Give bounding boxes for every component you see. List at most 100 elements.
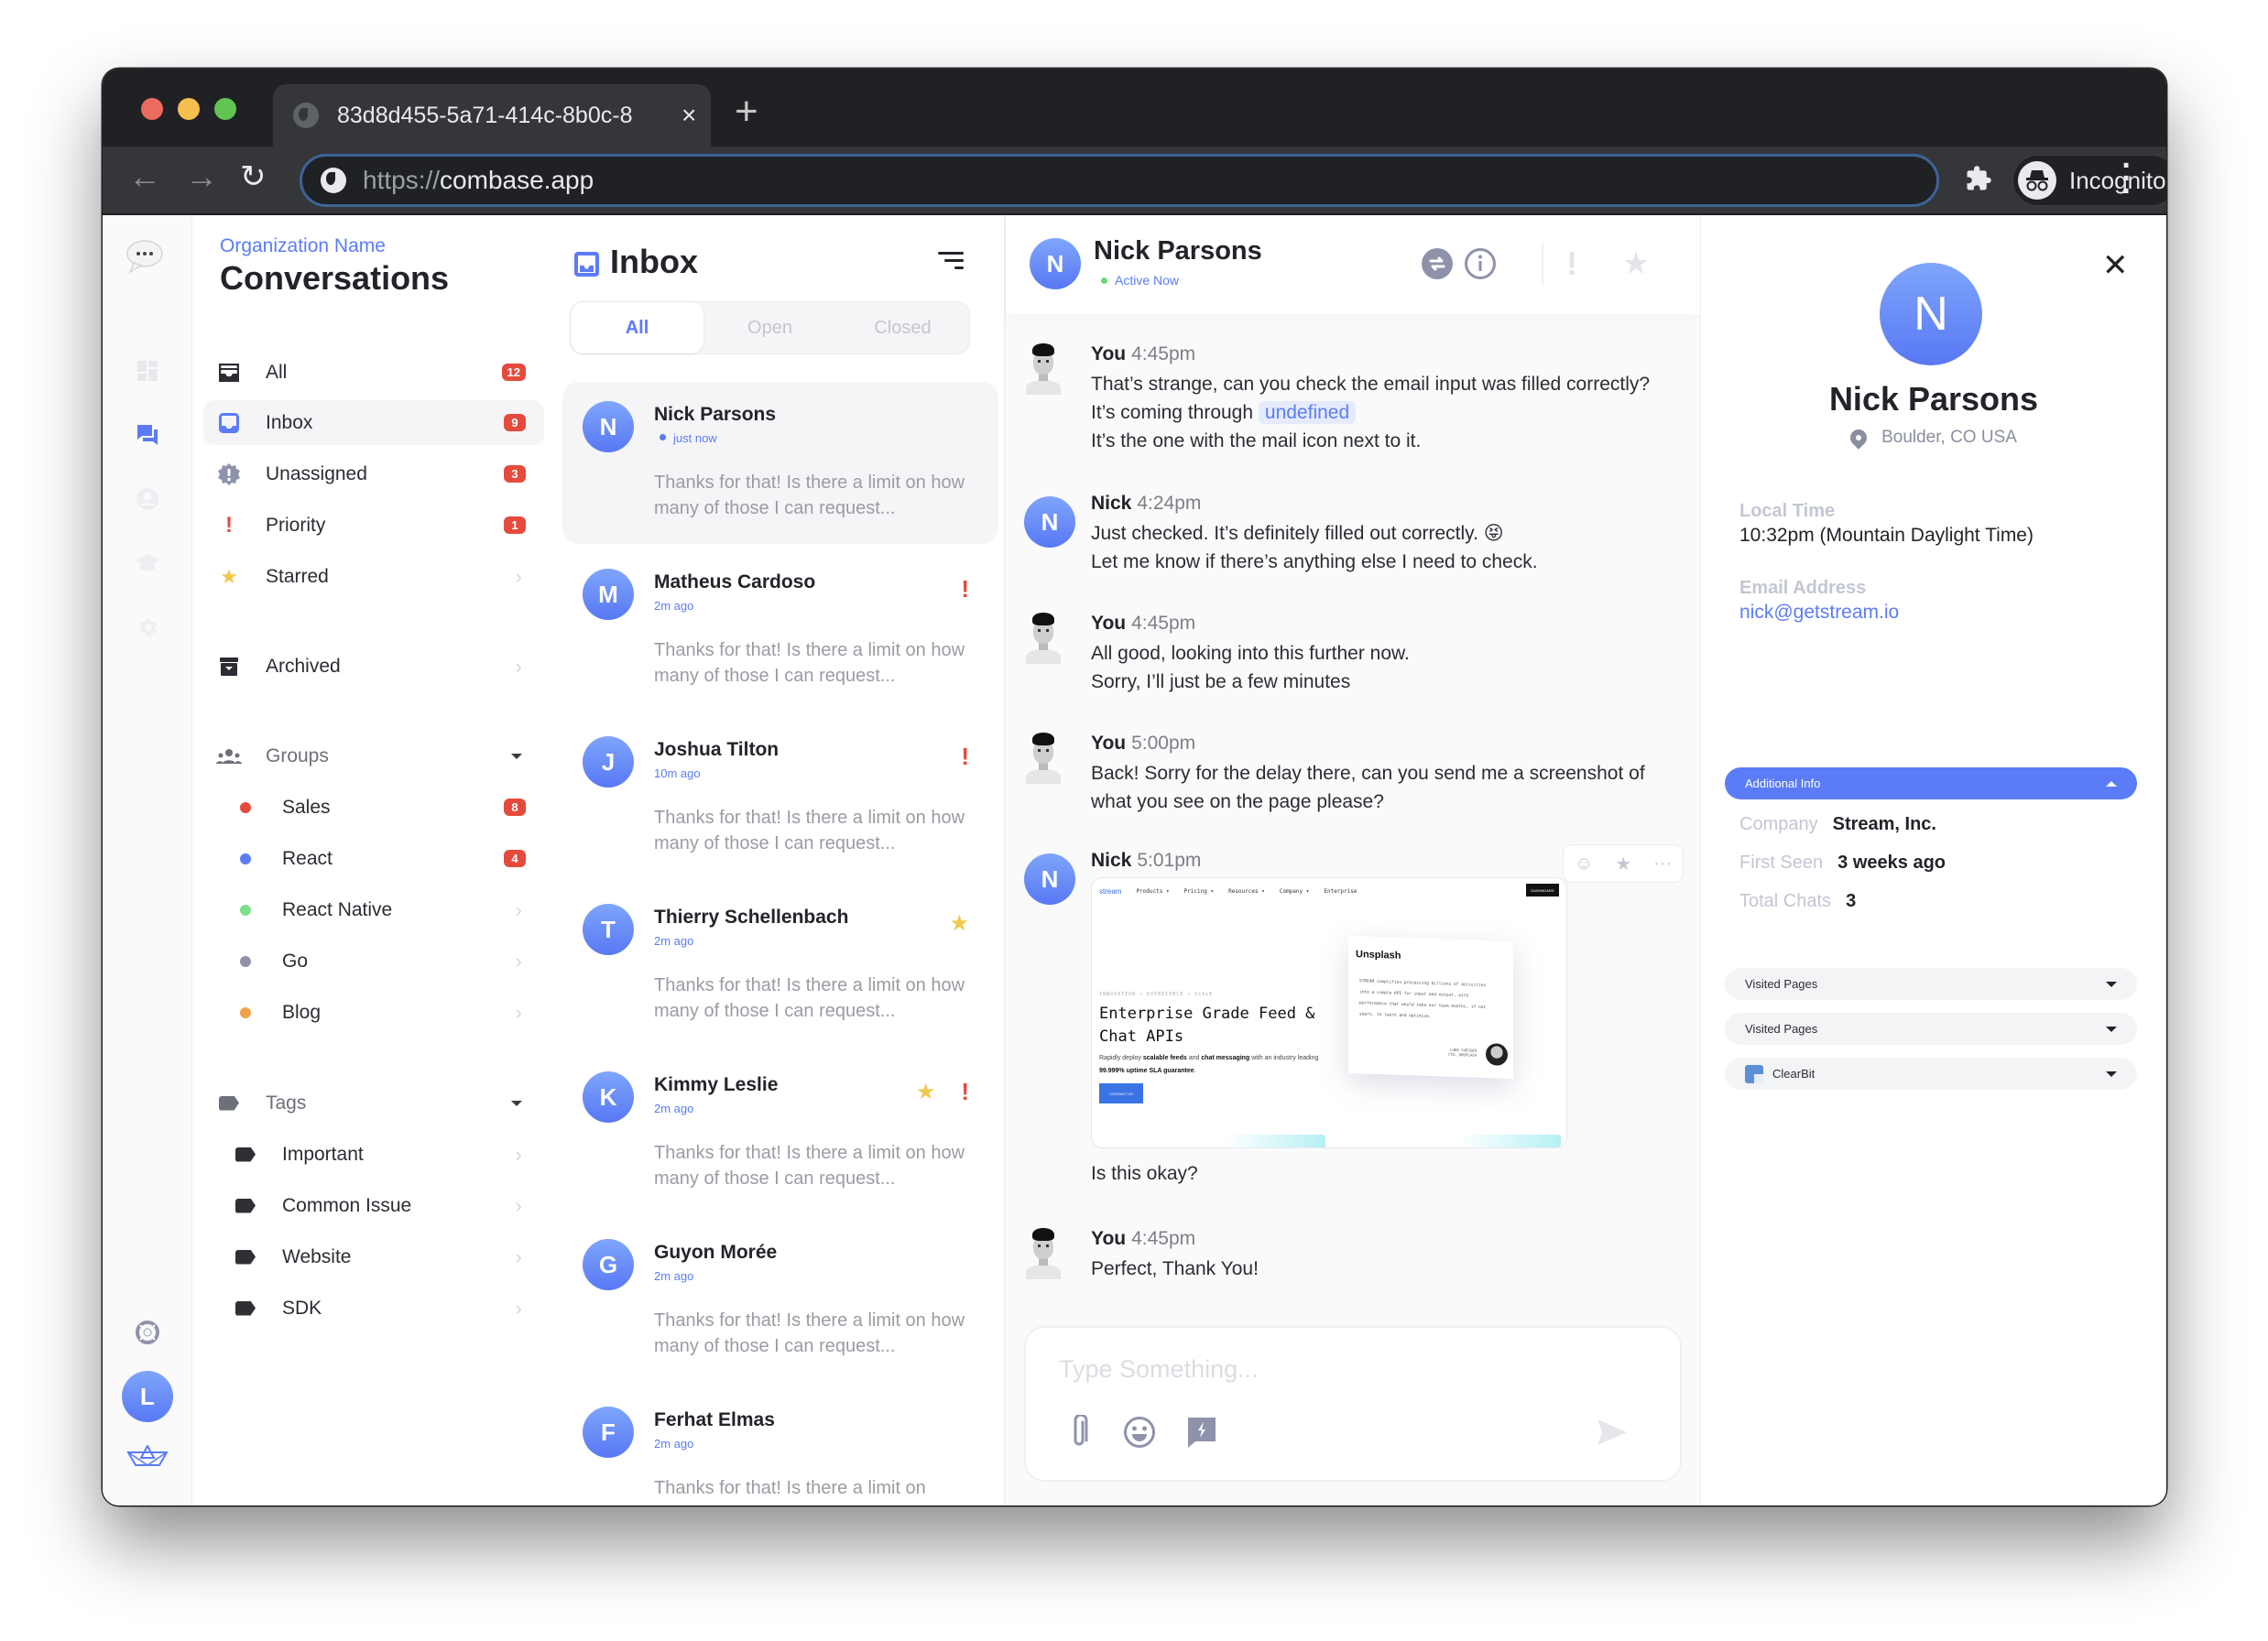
group-item-blog[interactable]: Blog › [203,990,544,1035]
minimize-window-button[interactable] [178,98,200,120]
contact-avatar[interactable]: N [1030,238,1081,289]
tab-open[interactable]: Open [703,302,836,353]
quick-reply-bolt-icon[interactable] [1183,1414,1220,1451]
address-bar[interactable]: https:// combase.app [300,154,1939,207]
nav-item-unassigned[interactable]: Unassigned 3 [203,451,544,496]
conversation-item[interactable]: J Joshua Tilton 10m ago Thanks for that!… [562,717,998,879]
avatar: M [583,569,634,620]
groups-label: Groups [266,744,329,766]
message-body: Is this okay? [1091,1159,1198,1188]
settings-gear-icon[interactable] [129,609,166,646]
profile-location: Boulder, CO USA [1701,426,2166,450]
priority-exclamation-icon[interactable]: ! [961,1078,969,1106]
tag-item-website[interactable]: Website › [203,1234,544,1279]
clearbit-accordion[interactable]: ClearBit [1725,1058,2137,1090]
group-item-go[interactable]: Go › [203,939,544,984]
back-button[interactable]: ← [128,158,161,196]
tag-icon [233,1300,258,1316]
visited-pages-accordion[interactable]: Visited Pages [1725,968,2137,1000]
browser-tab[interactable]: 83d8d455-5a71-414c-8b0c-8 × [273,84,711,147]
conversations-icon[interactable] [129,417,166,453]
tags-section-header[interactable]: Tags [203,1081,544,1125]
incognito-indicator[interactable]: Incognito [2012,155,2166,206]
star-icon[interactable]: ★ [1619,246,1652,281]
message-line: what you see on the page please? [1091,791,1384,812]
inbox-icon [216,412,242,433]
tag-item-important[interactable]: Important › [203,1132,544,1177]
user-avatar[interactable]: L [122,1371,173,1422]
nav-item-archived[interactable]: Archived › [203,644,544,689]
help-lifebuoy-icon[interactable] [129,1314,166,1351]
count-badge: 8 [504,799,526,816]
close-window-button[interactable] [141,98,163,120]
emoji-react-icon[interactable]: ☺ [1575,853,1593,875]
priority-exclamation-icon[interactable]: ! [961,575,969,603]
tag-item-sdk[interactable]: SDK › [203,1286,544,1331]
chevron-right-icon: › [515,897,522,921]
new-tab-button[interactable]: + [735,89,758,135]
app-logo-speech-icon[interactable] [123,235,167,279]
tag-label: Common Issue [282,1194,412,1216]
contacts-icon[interactable] [129,481,166,517]
groups-section-header[interactable]: Groups [203,734,544,778]
stream-boat-logo-icon[interactable] [125,1438,170,1474]
nav-item-starred[interactable]: ★ Starred › [203,554,544,599]
conversation-item[interactable]: M Matheus Cardoso 2m ago Thanks for that… [562,549,998,712]
send-icon[interactable] [1594,1414,1630,1451]
attachment-paperclip-icon[interactable] [1061,1414,1097,1451]
tags-label: Tags [266,1092,307,1114]
priority-exclamation-icon[interactable]: ! [1555,245,1588,282]
chevron-right-icon: › [515,1142,522,1166]
extensions-puzzle-icon[interactable] [1965,165,1992,192]
card-signature: LUKE CHESSER CTO, UNSPLASH [1448,1048,1477,1058]
dashboard-icon[interactable] [129,353,166,389]
maximize-window-button[interactable] [214,98,236,120]
accordion-text: ClearBit [1772,1067,1815,1081]
conversation-item[interactable]: F Ferhat Elmas 2m ago Thanks for that! I… [562,1387,998,1505]
forward-button[interactable]: → [185,158,218,196]
group-item-react-native[interactable]: React Native › [203,887,544,932]
star-icon[interactable]: ★ [1615,853,1631,875]
priority-exclamation-icon[interactable]: ! [961,743,969,771]
reload-button[interactable]: ↻ [240,158,267,195]
conversation-item[interactable]: G Guyon Morée 2m ago Thanks for that! Is… [562,1220,998,1382]
knowledge-base-icon[interactable] [129,545,166,581]
conversations-sidebar: Organization Name Conversations All 12 I… [192,215,550,1505]
tab-all[interactable]: All [571,302,703,353]
visited-pages-accordion[interactable]: Visited Pages [1725,1013,2137,1045]
message-time: 4:45pm [1131,343,1196,364]
chat-panel: N Nick Parsons Active Now ! ★ You 4:45pm … [1006,215,1700,1505]
browser-menu-icon[interactable]: · · · [2118,150,2136,207]
screenshot-attachment[interactable]: stream Products ▾ Pricing ▾ Resources ▾ … [1091,877,1567,1148]
info-key: First Seen [1739,853,1824,873]
info-icon[interactable] [1464,247,1497,280]
close-icon[interactable]: ✕ [2102,250,2129,281]
avatar: T [583,904,634,955]
tab-closed[interactable]: Closed [836,302,969,353]
more-options-icon[interactable]: ··· [1653,853,1672,875]
nav-item-inbox[interactable]: Inbox 9 [203,400,544,445]
group-item-sales[interactable]: Sales 8 [203,785,544,830]
attachment-logo: stream [1099,886,1122,896]
organization-name[interactable]: Organization Name [220,235,386,257]
transfer-arrows-icon[interactable] [1421,247,1454,280]
star-icon[interactable]: ★ [949,910,969,937]
status-filter-tabs: All Open Closed [570,301,970,354]
filter-sort-icon[interactable] [938,252,964,274]
site-info-icon[interactable] [321,168,346,193]
group-label: React [282,847,333,869]
conversation-item[interactable]: N Nick Parsons just now Thanks for that!… [562,382,998,544]
tab-close-icon[interactable]: × [681,101,696,130]
nav-item-priority[interactable]: ! Priority 1 [203,503,544,548]
chevron-right-icon: › [515,1296,522,1320]
conversation-item[interactable]: T Thierry Schellenbach 2m ago Thanks for… [562,885,998,1047]
nav-item-all[interactable]: All 12 [203,350,544,395]
message-input[interactable] [1059,1355,1627,1384]
emoji-picker-icon[interactable] [1121,1414,1158,1451]
conversation-item[interactable]: K Kimmy Leslie 2m ago Thanks for that! I… [562,1052,998,1214]
star-icon[interactable]: ★ [916,1079,936,1105]
group-item-react[interactable]: React 4 [203,836,544,881]
additional-info-accordion[interactable]: Additional Info [1725,767,2137,799]
tag-item-common-issue[interactable]: Common Issue › [203,1183,544,1228]
email-link[interactable]: nick@getstream.io [1739,602,1899,624]
